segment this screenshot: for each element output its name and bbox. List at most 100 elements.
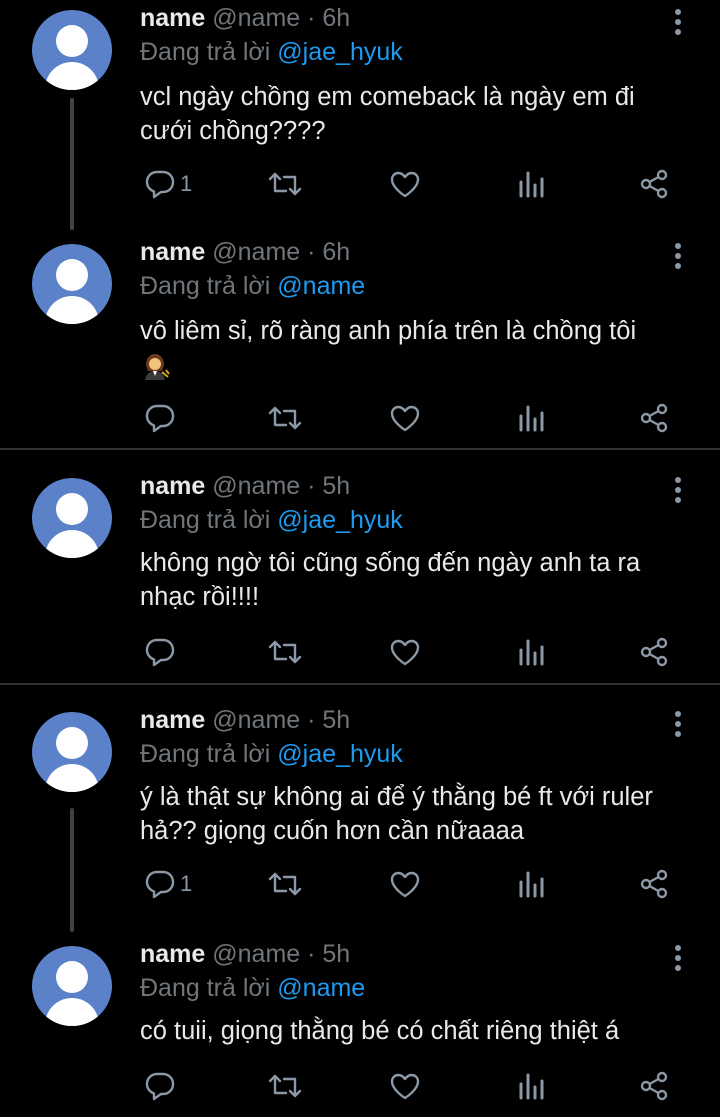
author-meta: @name · 5h [212, 940, 351, 968]
author-name[interactable]: name [140, 472, 205, 500]
share-icon [640, 1071, 668, 1101]
tweet[interactable]: name @name · 5h Đang trả lời @jae_hyuk ý… [0, 702, 720, 932]
author-meta: @name · 5h [212, 706, 351, 734]
avatar[interactable] [32, 712, 112, 792]
more-options-icon[interactable] [670, 944, 686, 974]
analytics-icon [519, 1073, 544, 1100]
share-button[interactable] [638, 868, 670, 900]
reply-context: Đang trả lời @jae_hyuk [140, 37, 403, 67]
tweet-text-line: cưới chồng???? [140, 117, 326, 145]
author-name[interactable]: name [140, 4, 205, 32]
reply-context: Đang trả lời @name [140, 973, 365, 1003]
tweet-header: name @name · 5h [140, 939, 350, 969]
reply-context: Đang trả lời @name [140, 271, 365, 301]
tweet[interactable]: name @name · 5h Đang trả lời @jae_hyuk k… [0, 468, 720, 682]
avatar[interactable] [32, 946, 112, 1026]
tweet[interactable]: name @name · 6h Đang trả lời @jae_hyuk v… [0, 0, 720, 230]
tweet[interactable]: name @name · 6h Đang trả lời @name vô li… [0, 234, 720, 448]
like-icon [390, 1073, 420, 1100]
like-button[interactable] [389, 868, 421, 900]
like-button[interactable] [389, 1070, 421, 1102]
like-button[interactable] [389, 402, 421, 434]
reply-icon [145, 870, 175, 899]
reply-button[interactable] [144, 636, 176, 668]
tweet-text: vcl ngày chồng em comeback là ngày em đi… [140, 80, 700, 148]
action-bar [0, 402, 720, 434]
share-button[interactable] [638, 1070, 670, 1102]
retweet-icon [268, 640, 302, 664]
retweet-button[interactable] [268, 636, 302, 668]
reply-icon [145, 638, 175, 667]
tweet-header: name @name · 6h [140, 3, 350, 33]
reply-handle[interactable]: @jae_hyuk [277, 38, 402, 66]
reply-icon [145, 1072, 175, 1101]
reply-button[interactable]: 1 [144, 868, 192, 900]
more-options-icon[interactable] [670, 242, 686, 272]
tweet-header: name @name · 5h [140, 471, 350, 501]
reply-prefix: Đang trả lời [140, 506, 271, 534]
divider [0, 683, 720, 685]
retweet-button[interactable] [268, 402, 302, 434]
tweet[interactable]: name @name · 5h Đang trả lời @name có tu… [0, 936, 720, 1117]
action-bar [0, 1070, 720, 1102]
tweet-text-line [140, 348, 700, 382]
analytics-button[interactable] [517, 402, 547, 434]
author-meta: @name · 6h [212, 4, 351, 32]
more-options-icon[interactable] [670, 710, 686, 740]
like-button[interactable] [389, 636, 421, 668]
reply-handle[interactable]: @name [277, 272, 365, 300]
retweet-button[interactable] [268, 1070, 302, 1102]
action-bar: 1 [0, 868, 720, 900]
avatar[interactable] [32, 244, 112, 324]
tweet-text-line: ý là thật sự không ai để ý thằng bé ft v… [140, 783, 653, 811]
author-name[interactable]: name [140, 940, 205, 968]
retweet-icon [268, 406, 302, 430]
reply-prefix: Đang trả lời [140, 38, 271, 66]
avatar[interactable] [32, 10, 112, 90]
retweet-icon [268, 872, 302, 896]
like-icon [390, 639, 420, 666]
more-options-icon[interactable] [670, 8, 686, 38]
analytics-icon [519, 871, 544, 898]
analytics-button[interactable] [517, 1070, 547, 1102]
reply-button[interactable] [144, 1070, 176, 1102]
tweet-text-line: vô liêm sỉ, rõ ràng anh phía trên là chồ… [140, 317, 637, 345]
share-button[interactable] [638, 636, 670, 668]
like-icon [390, 871, 420, 898]
author-name[interactable]: name [140, 238, 205, 266]
analytics-button[interactable] [517, 168, 547, 200]
analytics-icon [519, 171, 544, 198]
like-icon [390, 405, 420, 432]
tweet-text: có tuii, giọng thằng bé có chất riêng th… [140, 1014, 700, 1048]
retweet-button[interactable] [268, 168, 302, 200]
author-meta: @name · 5h [212, 472, 351, 500]
more-options-icon[interactable] [670, 476, 686, 506]
reply-handle[interactable]: @jae_hyuk [277, 740, 402, 768]
author-name[interactable]: name [140, 706, 205, 734]
analytics-button[interactable] [517, 636, 547, 668]
retweet-icon [268, 1074, 302, 1098]
share-button[interactable] [638, 168, 670, 200]
tweet-text-line: vcl ngày chồng em comeback là ngày em đi [140, 83, 635, 111]
action-bar: 1 [0, 168, 720, 200]
reply-button[interactable] [144, 402, 176, 434]
avatar[interactable] [32, 478, 112, 558]
reply-handle[interactable]: @name [277, 974, 365, 1002]
share-button[interactable] [638, 402, 670, 434]
retweet-icon [268, 172, 302, 196]
retweet-button[interactable] [268, 868, 302, 900]
tweet-header: name @name · 5h [140, 705, 350, 735]
reply-icon [145, 404, 175, 433]
analytics-icon [519, 405, 544, 432]
reply-context: Đang trả lời @jae_hyuk [140, 505, 403, 535]
share-icon [640, 637, 668, 667]
reply-button[interactable]: 1 [144, 168, 192, 200]
tweet-text-line: không ngờ tôi cũng sống đến ngày anh ta … [140, 549, 641, 577]
reply-context: Đang trả lời @jae_hyuk [140, 739, 403, 769]
analytics-button[interactable] [517, 868, 547, 900]
like-button[interactable] [389, 168, 421, 200]
reply-prefix: Đang trả lời [140, 740, 271, 768]
reply-handle[interactable]: @jae_hyuk [277, 506, 402, 534]
action-bar [0, 636, 720, 668]
reply-count: 1 [180, 171, 193, 196]
